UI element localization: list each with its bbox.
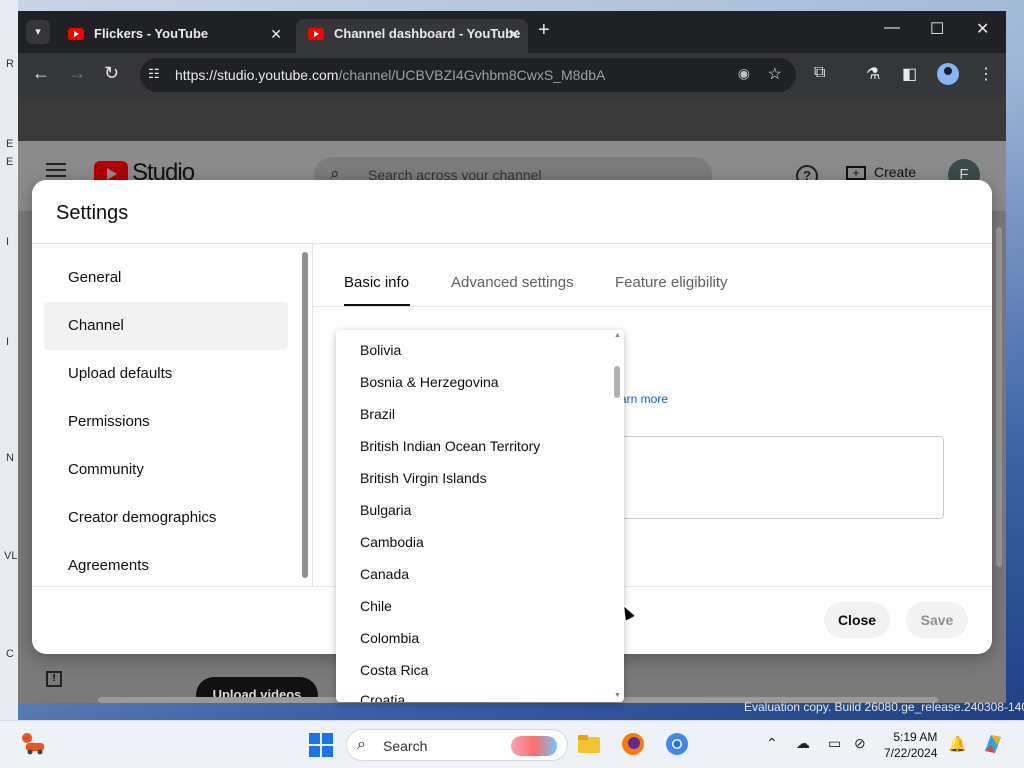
new-tab-icon[interactable]: + (538, 19, 550, 42)
site-info-icon[interactable]: ☷ (148, 66, 160, 82)
taskbar: ⌕ Search ⌃ ☁ ▭ ⊘ 5:19 AM 7/22/2024 🔔 (0, 720, 1024, 768)
list-item[interactable]: British Indian Ocean Territory (360, 438, 540, 454)
tab-feature-eligibility[interactable]: Feature eligibility (615, 274, 728, 291)
sidebar-item-channel[interactable]: Channel (44, 302, 288, 350)
reload-icon[interactable]: ↻ (104, 63, 119, 84)
onedrive-off-icon[interactable]: ☁ (796, 735, 810, 752)
tray-chevron-up-icon[interactable]: ⌃ (766, 735, 778, 752)
sidebar-divider (312, 244, 313, 586)
create-button[interactable]: + Create (846, 164, 917, 181)
labs-flask-icon[interactable]: ⚗ (866, 64, 880, 84)
file-explorer-icon[interactable] (576, 731, 602, 757)
scroll-up-arrow-icon[interactable]: ▲ (614, 332, 621, 339)
desktop-edge-letter: E (6, 138, 14, 150)
hamburger-menu-icon[interactable] (46, 163, 66, 177)
search-icon: ⌕ (357, 736, 366, 753)
search-highlight-art-icon (511, 736, 557, 756)
sidebar-item-upload-defaults[interactable]: Upload defaults (44, 350, 288, 398)
profile-avatar-icon[interactable] (937, 63, 959, 85)
list-item[interactable]: Bosnia & Herzegovina (360, 374, 499, 390)
address-bar[interactable]: ☷ https://studio.youtube.com/channel/UCB… (140, 58, 796, 92)
tab-search-chevron-icon[interactable]: ▾ (26, 20, 50, 44)
tabs-divider (313, 306, 992, 307)
tab-flickers[interactable]: Flickers - YouTube ✕ (56, 19, 290, 53)
country-dropdown-list[interactable]: ▲ Bolivia Bosnia & Herzegovina Brazil Br… (336, 330, 624, 702)
dropdown-scrollbar[interactable] (614, 366, 620, 398)
list-item[interactable]: Croatia (360, 692, 405, 702)
bookmark-star-icon[interactable]: ☆ (768, 64, 782, 84)
network-icon[interactable]: ⊘ (854, 735, 866, 752)
feedback-icon[interactable]: ! (46, 671, 62, 687)
tab-title: Flickers - YouTube (94, 26, 209, 41)
window-close-icon[interactable]: ✕ (976, 19, 989, 39)
list-item[interactable]: Bolivia (360, 342, 401, 358)
extensions-icon[interactable]: ⧉ (814, 64, 825, 82)
desktop-edge-letter: I (6, 236, 10, 248)
evaluation-watermark: Evaluation copy. Build 26080.ge_release.… (744, 700, 1024, 714)
sidebar-scrollbar[interactable] (302, 252, 308, 578)
list-item[interactable]: Canada (360, 566, 409, 582)
description-textarea[interactable] (592, 436, 944, 519)
notification-bell-icon[interactable]: 🔔 (948, 735, 967, 753)
sidebar-item-agreements[interactable]: Agreements (44, 542, 288, 590)
copilot-icon[interactable] (980, 731, 1006, 757)
tab-close-icon[interactable]: ✕ (508, 19, 520, 49)
clock-time: 5:19 AM (893, 730, 938, 744)
desktop-edge-letter: C (6, 648, 14, 660)
taskbar-search-label: Search (383, 738, 428, 754)
forward-icon[interactable]: → (68, 63, 86, 84)
url-text[interactable]: https://studio.youtube.com/channel/UCBVB… (175, 67, 605, 83)
save-button[interactable]: Save (906, 602, 968, 638)
list-item[interactable]: British Virgin Islands (360, 470, 487, 486)
close-button[interactable]: Close (824, 602, 890, 638)
dialog-title: Settings (56, 202, 129, 224)
firefox-icon[interactable] (620, 731, 646, 757)
list-item[interactable]: Bulgaria (360, 502, 411, 518)
taskbar-search-input[interactable]: ⌕ Search (346, 729, 568, 761)
desktop-edge-letter: E (6, 156, 14, 168)
page-top-band (18, 97, 1006, 141)
divider (32, 243, 992, 244)
clock-date: 7/22/2024 (884, 746, 938, 760)
desktop-edge-letter: N (6, 452, 14, 464)
start-windows-icon[interactable] (309, 733, 333, 757)
scroll-down-arrow-icon[interactable]: ▼ (614, 692, 621, 699)
create-video-icon: + (846, 166, 866, 181)
side-panel-icon[interactable]: ◧ (902, 64, 917, 84)
sidebar-item-community[interactable]: Community (44, 446, 288, 494)
sidebar-item-permissions[interactable]: Permissions (44, 398, 288, 446)
youtube-favicon-icon (308, 28, 324, 40)
youtube-favicon-icon (68, 28, 84, 40)
chrome-icon[interactable] (664, 731, 690, 757)
list-item[interactable]: Chile (360, 598, 392, 614)
sidebar-item-creator-demographics[interactable]: Creator demographics (44, 494, 288, 542)
tab-advanced-settings[interactable]: Advanced settings (451, 274, 574, 291)
minimize-icon[interactable]: — (884, 19, 900, 37)
menu-kebab-icon[interactable]: ⋮ (978, 64, 994, 84)
back-icon[interactable]: ← (32, 63, 50, 84)
list-item[interactable]: Brazil (360, 406, 395, 422)
list-item[interactable]: Cambodia (360, 534, 424, 550)
system-clock[interactable]: 5:19 AM 7/22/2024 (884, 729, 937, 761)
create-label: Create (874, 164, 917, 180)
traffic-widget-icon[interactable] (20, 731, 46, 757)
tab-title: Channel dashboard - YouTube (334, 26, 521, 41)
eye-slash-icon[interactable]: ◉ (738, 65, 750, 82)
display-icon[interactable]: ▭ (828, 735, 841, 752)
desktop-edge-letter: R (6, 58, 14, 70)
maximize-icon[interactable]: ☐ (930, 19, 944, 39)
tab-strip: ▾ Flickers - YouTube ✕ Channel dashboard… (18, 11, 1006, 53)
sidebar-item-general[interactable]: General (44, 254, 288, 302)
learn-more-link[interactable]: arn more (620, 392, 668, 406)
tab-close-icon[interactable]: ✕ (270, 19, 282, 49)
tab-basic-info[interactable]: Basic info (344, 274, 409, 291)
list-item[interactable]: Colombia (360, 630, 419, 646)
desktop-edge-letter: VL (4, 550, 18, 562)
desktop-icon-strip: R E E I I N VL C (0, 0, 18, 720)
list-item[interactable]: Costa Rica (360, 662, 428, 678)
browser-toolbar: ← → ↻ ☷ https://studio.youtube.com/chann… (18, 53, 1006, 97)
tab-channel-dashboard[interactable]: Channel dashboard - YouTube ✕ (296, 19, 528, 53)
desktop-edge-letter: I (6, 336, 10, 348)
page-scrollbar[interactable] (996, 227, 1002, 567)
